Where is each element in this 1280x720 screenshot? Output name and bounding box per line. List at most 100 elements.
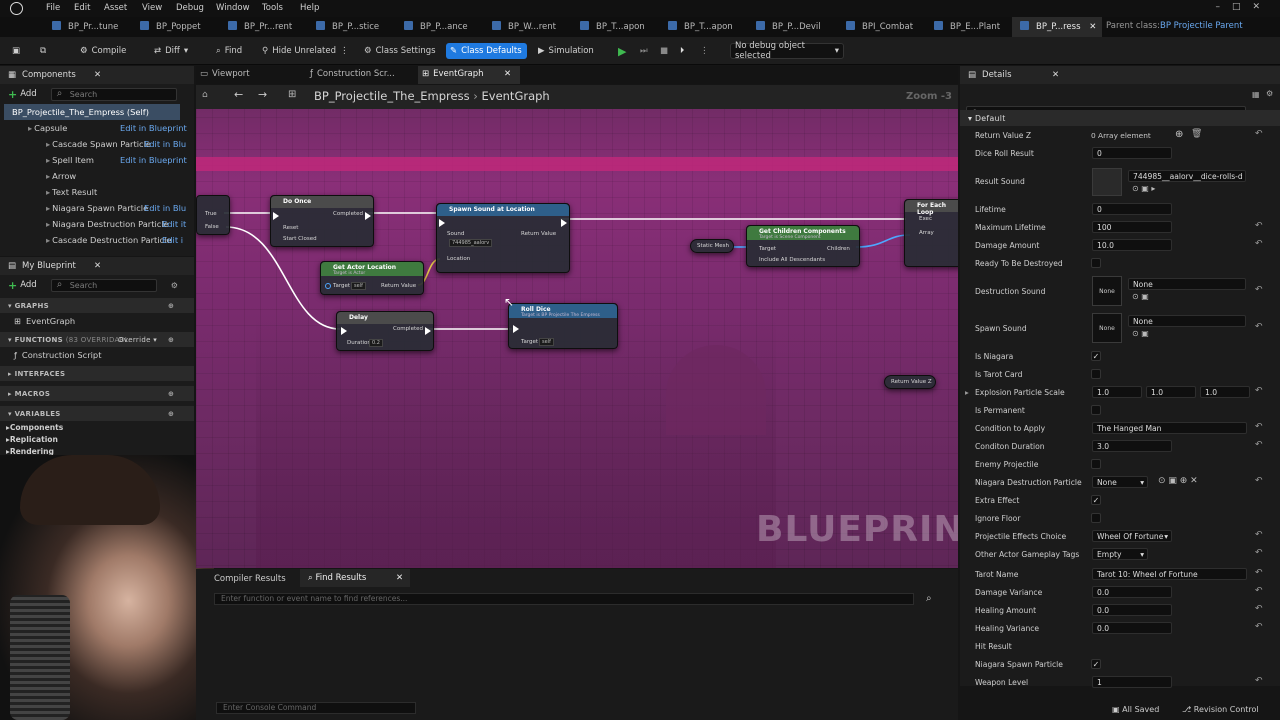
sound-value[interactable]: 744985_aalorv	[449, 239, 493, 247]
gear-icon[interactable]: ⚙	[171, 281, 178, 290]
edit-in-blueprint-link[interactable]: Edit in Blu	[144, 139, 186, 149]
menu-help[interactable]: Help	[300, 3, 319, 13]
reset-to-default-icon[interactable]: ↶	[1255, 568, 1263, 578]
component-item[interactable]: ▸ Arrow	[0, 168, 194, 184]
detail-dropdown[interactable]: None ▾	[1092, 476, 1148, 488]
exec-in-pin[interactable]	[439, 219, 445, 227]
close-icon[interactable]: ✕	[94, 70, 101, 80]
edit-in-blueprint-link[interactable]: Edit in Blu	[144, 203, 186, 213]
doc-tab[interactable]: BP_P...Devil	[748, 17, 834, 37]
component-item[interactable]: ▸ Niagara Destruction Particle Edit it	[0, 216, 194, 232]
macros-section[interactable]: ▸ MACROS ⊕	[0, 386, 194, 401]
exec-in-pin[interactable]	[513, 325, 519, 333]
node-get-actor-location[interactable]: Get Actor Location Target is Actor Targe…	[320, 261, 424, 295]
asset-actions-icon[interactable]: ⊙ ▣	[1132, 329, 1149, 338]
doc-tab[interactable]: BPI_Combat	[838, 17, 924, 37]
save-icon[interactable]: ▣	[8, 43, 24, 59]
reset-to-default-icon[interactable]: ↶	[1255, 604, 1263, 614]
detail-value-input[interactable]: 0	[1092, 147, 1172, 159]
node-static-mesh[interactable]: Static Mesh	[690, 239, 734, 253]
doc-tab[interactable]: BP_W...rent	[484, 17, 570, 37]
tab-find-results[interactable]: ⌕ Find Results ✕	[300, 569, 410, 587]
stop-icon[interactable]: ■	[656, 43, 672, 59]
menu-view[interactable]: View	[142, 3, 162, 13]
detail-checkbox[interactable]	[1091, 258, 1101, 268]
doc-tab[interactable]: BP_Pr...rent	[220, 17, 306, 37]
debug-object-select[interactable]: No debug object selected ▾	[730, 41, 844, 61]
component-item[interactable]: ▸ Text Result	[0, 184, 194, 200]
node-roll-dice[interactable]: Roll Dice Target is BP Projectile The Em…	[508, 303, 618, 349]
simulation-button[interactable]: ▶ Simulation	[534, 43, 598, 59]
doc-tab[interactable]: BP_Poppet	[132, 17, 218, 37]
menu-file[interactable]: File	[46, 3, 60, 13]
resume-icon[interactable]: ⏵	[676, 43, 688, 59]
menu-edit[interactable]: Edit	[74, 3, 90, 13]
doc-tab[interactable]: BP_Pr...tune	[44, 17, 130, 37]
construction-script-item[interactable]: ƒ Construction Script	[0, 347, 194, 363]
node-get-children-components[interactable]: Get Children Components Target is Scene …	[746, 225, 860, 267]
reset-to-default-icon[interactable]: ↶	[1255, 239, 1263, 249]
browse-icon[interactable]: ⧉	[36, 43, 50, 59]
doc-tab[interactable]: BP_T...apon	[572, 17, 658, 37]
detail-value-input[interactable]: 10.0	[1092, 239, 1172, 251]
reset-to-default-icon[interactable]: ↶	[1255, 221, 1263, 231]
node-delay[interactable]: Delay Completed Duration 0.2	[336, 311, 434, 351]
gear-icon[interactable]: ⚙	[1266, 89, 1273, 98]
edit-in-blueprint-link[interactable]: Edit in Blueprint	[120, 123, 187, 133]
graph-canvas[interactable]: ⌂ ← → ⊞ BP_Projectile_The_Empress › Even…	[196, 85, 958, 568]
asset-picker[interactable]: None	[1128, 278, 1246, 290]
detail-checkbox[interactable]: ✓	[1091, 495, 1101, 505]
detail-value-input[interactable]: Tarot 10: Wheel of Fortune	[1092, 568, 1247, 580]
doc-tab[interactable]: BP_P...stice	[308, 17, 394, 37]
class-defaults-button[interactable]: ✎ Class Defaults	[446, 43, 527, 59]
my-blueprint-search-input[interactable]: Search	[50, 278, 157, 292]
tab-event-graph[interactable]: ⊞ EventGraph ✕	[418, 66, 520, 84]
detail-checkbox[interactable]	[1091, 369, 1101, 379]
node-do-once[interactable]: Do Once Completed Reset Start Closed	[270, 195, 374, 247]
detail-value-input[interactable]: 1	[1092, 676, 1172, 688]
hide-unrelated-button[interactable]: ⚲ Hide Unrelated ⋮	[258, 43, 353, 59]
reset-to-default-icon[interactable]: ↶	[1255, 622, 1263, 632]
exec-in-pin[interactable]	[341, 327, 347, 335]
doc-tab[interactable]: BP_T...apon	[660, 17, 746, 37]
reset-to-default-icon[interactable]: ↶	[1255, 129, 1263, 139]
asset-picker[interactable]: 744985__aalorv__dice-rolls-d	[1128, 170, 1246, 182]
trash-icon[interactable]: 🗑	[1191, 129, 1202, 139]
components-search-input[interactable]: Search	[50, 87, 177, 101]
node-spawn-sound[interactable]: Spawn Sound at Location Sound 744985_aal…	[436, 203, 570, 273]
find-results-input[interactable]: Enter function or event name to find ref…	[214, 593, 914, 605]
menu-debug[interactable]: Debug	[176, 3, 204, 13]
parent-class-link[interactable]: BP Projectile Parent	[1160, 21, 1243, 31]
target-pin[interactable]	[325, 283, 331, 289]
reset-to-default-icon[interactable]: ↶	[1255, 285, 1263, 295]
doc-tab[interactable]: BP_E...Plant	[926, 17, 1012, 37]
edit-in-blueprint-link[interactable]: Edit in Blueprint	[120, 155, 187, 165]
expand-arrow-icon[interactable]: ▸	[965, 388, 969, 397]
reset-to-default-icon[interactable]: ↶	[1255, 530, 1263, 540]
interfaces-section[interactable]: ▸ INTERFACES	[0, 366, 194, 381]
tab-compiler-results[interactable]: Compiler Results	[214, 574, 286, 584]
graphs-section[interactable]: ▾ GRAPHS ⊕	[0, 298, 194, 313]
node-branch[interactable]: True False	[196, 195, 230, 235]
asset-actions-icon[interactable]: ⊙ ▣ ▸	[1132, 184, 1155, 193]
component-item[interactable]: ▸ Niagara Spawn Particle Edit in Blu	[0, 200, 194, 216]
console-input[interactable]: Enter Console Command	[216, 702, 416, 714]
detail-value-input[interactable]: The Hanged Man	[1092, 422, 1247, 434]
window-controls[interactable]: –□✕	[1215, 2, 1272, 12]
reset-to-default-icon[interactable]: ↶	[1255, 322, 1263, 332]
exec-out-pin[interactable]	[365, 212, 371, 220]
vector-component-input[interactable]: 1.0	[1200, 386, 1250, 398]
class-settings-button[interactable]: ⚙ Class Settings	[360, 43, 440, 59]
reset-to-default-icon[interactable]: ↶	[1255, 386, 1263, 396]
reset-to-default-icon[interactable]: ↶	[1255, 548, 1263, 558]
component-item[interactable]: BP_Projectile_The_Empress (Self)	[4, 104, 180, 120]
vector-component-input[interactable]: 1.0	[1092, 386, 1142, 398]
component-item[interactable]: ▸ Cascade Spawn Particle Edit in Blu	[0, 136, 194, 152]
reset-to-default-icon[interactable]: ↶	[1255, 586, 1263, 596]
close-icon[interactable]: ✕	[1052, 70, 1059, 80]
default-section[interactable]: ▾ Default	[960, 110, 1280, 126]
close-icon[interactable]: ✕	[94, 261, 101, 271]
asset-picker[interactable]: None	[1128, 315, 1246, 327]
reset-to-default-icon[interactable]: ↶	[1255, 422, 1263, 432]
save-status[interactable]: ▣ All Saved	[1112, 705, 1159, 714]
